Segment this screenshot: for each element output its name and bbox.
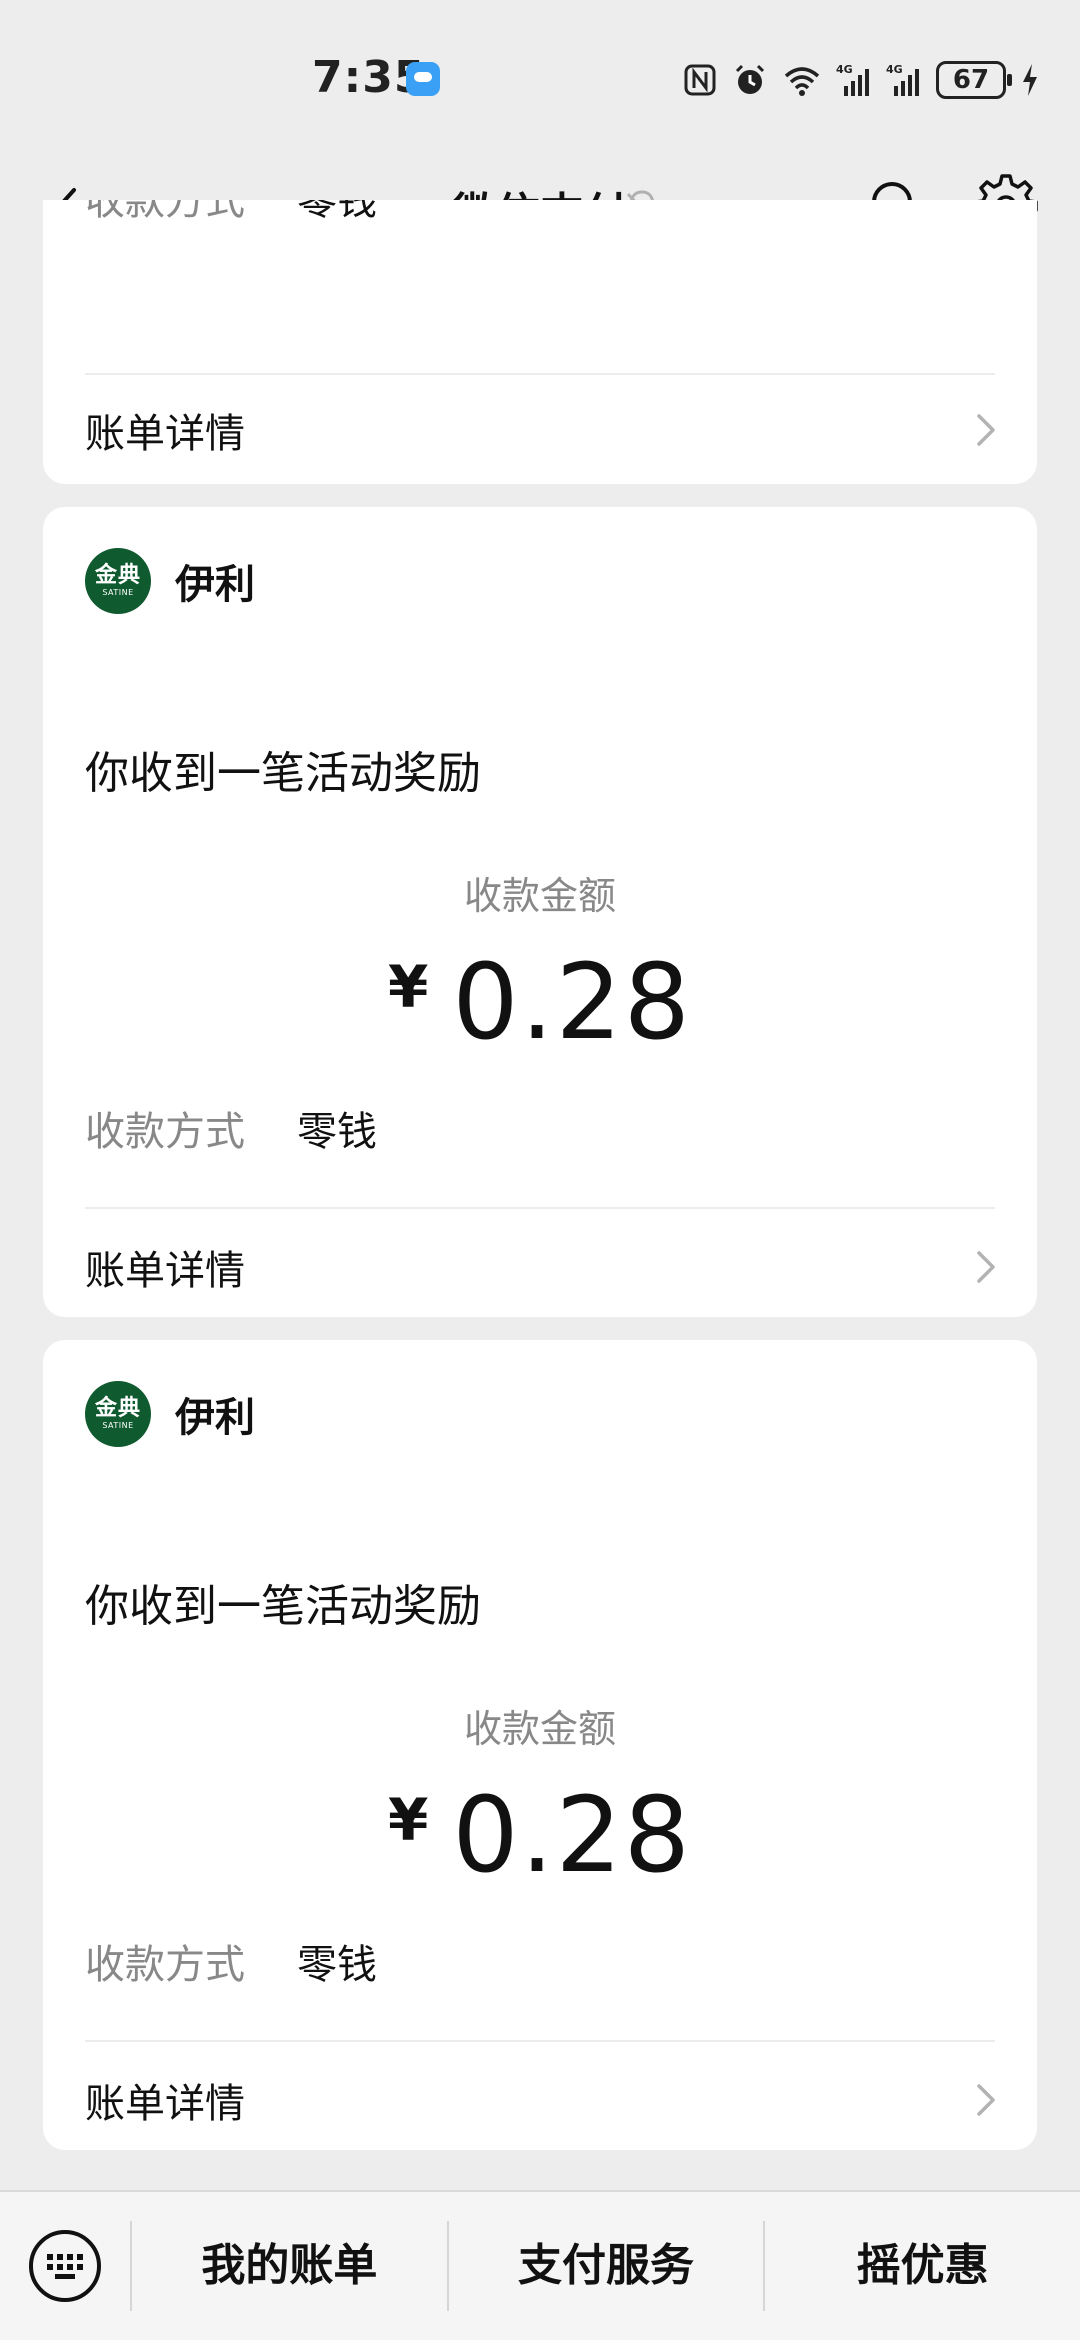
svg-text:4G: 4G [886,63,903,76]
payment-method-value: 零钱 [297,200,377,224]
signal-2-icon: 4G [886,63,919,96]
notice-title: 你收到一笔活动奖励 [85,748,481,799]
chevron-right-icon [977,2084,995,2116]
notice-title: 你收到一笔活动奖励 [85,1581,481,1632]
wechat-pay-chat-page: 7:35 4G 4G 67 收款方式 零钱 账单详情 金典 SATINE 伊利 … [0,0,1080,2340]
payment-method-row: 收款方式 零钱 [85,200,377,226]
payment-card: 金典 SATINE 伊利 你收到一笔活动奖励 收款金额 ¥0.28 收款方式 零… [43,1340,1037,2150]
keyboard-icon [29,2230,101,2302]
alarm-icon [735,64,765,94]
payment-method-row: 收款方式 零钱 [85,1932,377,1990]
payment-method-value: 零钱 [297,1942,377,1988]
logo-subtext: SATINE [102,1421,134,1430]
chevron-right-icon [977,1251,995,1283]
amount: ¥0.28 [43,947,1037,1057]
message-notification-icon [406,62,440,96]
payment-card: 金典 SATINE 伊利 你收到一笔活动奖励 收款金额 ¥0.28 收款方式 零… [43,507,1037,1317]
currency-symbol: ¥ [388,1786,429,1854]
payment-method-label: 收款方式 [85,1942,245,1988]
keyboard-toggle-button[interactable] [0,2191,130,2340]
menu-my-bills[interactable]: 我的账单 [132,2221,447,2311]
bill-details-row[interactable]: 账单详情 [85,2070,1001,2130]
logo-subtext: SATINE [102,588,134,597]
bill-details-label: 账单详情 [85,411,245,457]
amount-value: 0.28 [452,1774,692,1896]
bill-details-row[interactable]: 账单详情 [85,1237,1001,1297]
bill-details-row[interactable]: 账单详情 [85,400,1001,460]
bottom-menu-bar: 我的账单 支付服务 摇优惠 [0,2190,1080,2340]
logo-text: 金典 [94,1396,141,1421]
amount-label: 收款金额 [463,874,616,918]
nfc-icon [684,64,716,96]
payment-method-label: 收款方式 [85,200,245,224]
merchant-logo: 金典 SATINE [85,1381,151,1447]
amount-label: 收款金额 [463,1707,616,1751]
status-icons: 4G 4G 67 [682,58,1040,102]
divider [85,1207,995,1209]
amount-value: 0.28 [452,941,692,1063]
divider [85,373,995,375]
signal-1-icon: 4G [836,63,869,96]
bill-details-label: 账单详情 [85,2081,245,2127]
menu-shake-offers[interactable]: 摇优惠 [765,2221,1080,2311]
amount: ¥0.28 [43,1780,1037,1890]
wifi-icon [784,67,820,96]
merchant-name: 伊利 [175,562,255,608]
divider [85,2040,995,2042]
svg-text:4G: 4G [836,63,853,76]
payment-method-row: 收款方式 零钱 [85,1099,377,1157]
payment-method-label: 收款方式 [85,1109,245,1155]
battery-indicator: 67 [936,61,1012,99]
payment-method-value: 零钱 [297,1109,377,1155]
menu-payment-services[interactable]: 支付服务 [449,2221,764,2311]
status-bar: 7:35 4G 4G 67 [0,0,1080,150]
charging-icon [1023,64,1037,96]
currency-symbol: ¥ [388,953,429,1021]
merchant-row[interactable]: 金典 SATINE 伊利 [85,547,255,615]
merchant-row[interactable]: 金典 SATINE 伊利 [85,1380,255,1448]
merchant-logo: 金典 SATINE [85,548,151,614]
chevron-right-icon [977,414,995,446]
payment-card-partial: 收款方式 零钱 账单详情 [43,200,1037,484]
merchant-name: 伊利 [175,1395,255,1441]
bill-details-label: 账单详情 [85,1248,245,1294]
logo-text: 金典 [94,563,141,588]
